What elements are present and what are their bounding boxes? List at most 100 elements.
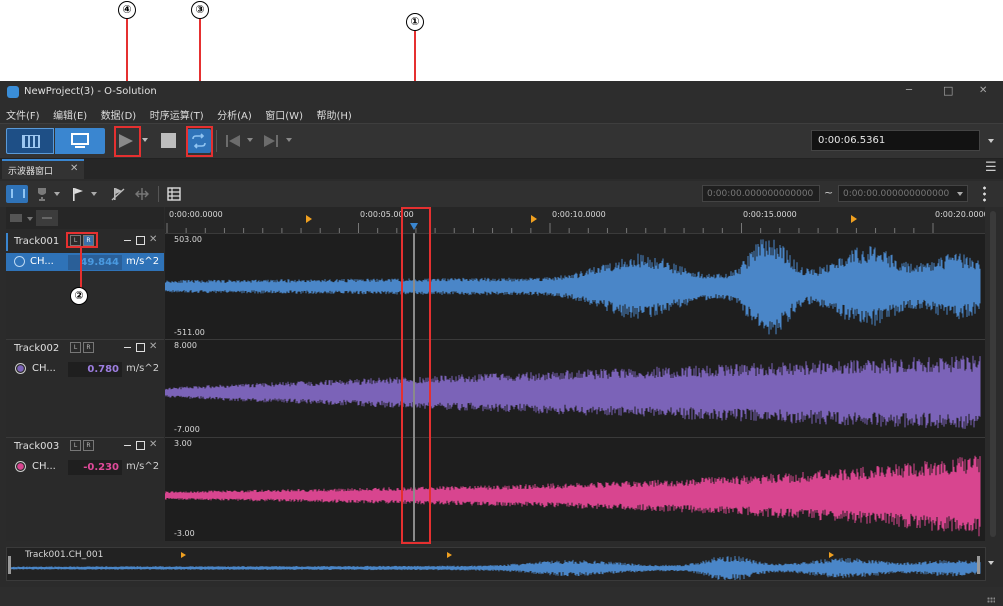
track-maximize-icon[interactable] <box>136 343 145 352</box>
panel-tool-dropdown-icon[interactable] <box>27 217 33 221</box>
channel-radio-icon[interactable] <box>15 461 26 472</box>
play-dropdown-icon[interactable] <box>142 138 148 142</box>
monitor-view-button[interactable] <box>55 128 105 154</box>
fit-icon <box>135 188 149 200</box>
layout-view-button[interactable] <box>6 128 54 154</box>
channel-radio-icon[interactable] <box>15 363 26 374</box>
callout-box-3 <box>186 126 213 157</box>
channel-unit: m/s^2 <box>126 363 160 374</box>
track-name: Track001 <box>14 236 60 247</box>
overview-right-handle[interactable] <box>977 556 980 574</box>
vertical-scrollbar[interactable] <box>985 207 1003 541</box>
time-dropdown-icon[interactable] <box>988 139 994 143</box>
waveform-track-3 <box>165 455 981 537</box>
waveform-path <box>165 239 981 335</box>
channel-unit: m/s^2 <box>126 461 160 472</box>
next-dropdown-icon[interactable] <box>286 138 292 142</box>
menu-edit[interactable]: 编辑(E) <box>53 111 87 122</box>
trophy-dropdown-icon[interactable] <box>54 192 60 196</box>
tab-oscilloscope[interactable]: 示波器窗口 ✕ <box>2 159 84 179</box>
more-options-icon[interactable] <box>983 185 986 203</box>
waveform-path <box>165 355 981 429</box>
callout-3: ③ <box>191 1 209 19</box>
marker-flag-icon[interactable] <box>306 215 312 223</box>
y-max-label: 503.00 <box>174 235 202 244</box>
time-display[interactable]: 0:00:06.5361 <box>811 130 980 151</box>
waveform-track-2 <box>165 355 981 429</box>
marker-flag-icon[interactable] <box>851 215 857 223</box>
skip-forward-icon <box>264 135 278 147</box>
track-l-toggle[interactable]: L <box>70 440 81 451</box>
resize-grip-icon[interactable] <box>987 597 995 603</box>
tab-label: 示波器窗口 <box>8 167 54 177</box>
marker-flag-icon[interactable] <box>531 215 537 223</box>
track-close-icon[interactable]: ✕ <box>149 439 157 450</box>
channel-name: CH... <box>30 256 54 267</box>
minimize-button[interactable]: ─ <box>906 85 912 96</box>
trophy-button[interactable] <box>34 186 50 202</box>
prev-marker-button[interactable] <box>224 132 242 150</box>
y-min-label: -7.000 <box>174 425 200 434</box>
collapse-button[interactable] <box>36 210 58 226</box>
track-close-icon[interactable]: ✕ <box>149 341 157 352</box>
menu-data[interactable]: 数据(D) <box>101 111 137 122</box>
app-window: NewProject(3) - O-Solution ─ □ ✕ 文件(F) 编… <box>0 81 1003 606</box>
track-minimize-icon[interactable] <box>124 240 131 241</box>
menu-file[interactable]: 文件(F) <box>6 111 40 122</box>
track-minimize-icon[interactable] <box>124 347 131 348</box>
prev-dropdown-icon[interactable] <box>247 138 253 142</box>
maximize-button[interactable]: □ <box>943 84 953 97</box>
y-min-label: -3.00 <box>174 529 195 538</box>
close-button[interactable]: ✕ <box>979 85 987 96</box>
fit-button[interactable] <box>134 186 150 202</box>
overview-path <box>11 556 981 580</box>
track-name: Track003 <box>14 441 60 452</box>
tab-menu-icon[interactable]: ☰ <box>985 160 997 175</box>
clear-marker-button[interactable] <box>110 186 126 202</box>
range-start-field[interactable]: 0:00:00.000000000000 <box>702 185 820 202</box>
menu-window[interactable]: 窗口(W) <box>265 111 303 122</box>
track-l-toggle[interactable]: L <box>70 342 81 353</box>
callout-box-1 <box>401 207 431 544</box>
overview-left-handle[interactable] <box>8 556 11 574</box>
channel-row[interactable]: CH... 0.780 m/s^2 <box>6 360 164 378</box>
menu-timing[interactable]: 时序运算(T) <box>150 111 204 122</box>
track-r-toggle[interactable]: R <box>83 440 94 451</box>
overview-marker-icon <box>829 552 834 558</box>
stop-button[interactable] <box>161 133 176 148</box>
tick-label: 0:00:10.0000 <box>552 210 606 219</box>
flag-icon <box>73 188 83 201</box>
track-close-icon[interactable]: ✕ <box>149 234 157 245</box>
time-ruler[interactable]: 0:00:00.0000 0:00:05.0000 0:00:10.0000 0… <box>165 207 989 234</box>
track-003: Track003 L R ✕ CH... -0.230 m/s^2 <box>6 438 164 541</box>
track-minimize-icon[interactable] <box>124 445 131 446</box>
overview-dropdown-icon[interactable] <box>988 561 994 565</box>
channel-row[interactable]: CH... 49.844 m/s^2 <box>6 253 164 271</box>
range-end-field[interactable]: 0:00:00.000000000000 <box>838 185 968 202</box>
overview-strip[interactable]: Track001.CH_001 <box>6 547 986 581</box>
channel-row[interactable]: CH... -0.230 m/s^2 <box>6 458 164 476</box>
flag-button[interactable] <box>70 186 86 202</box>
track-r-toggle[interactable]: R <box>83 342 94 353</box>
menu-analysis[interactable]: 分析(A) <box>217 111 252 122</box>
y-max-label: 3.00 <box>174 439 192 448</box>
tab-close-icon[interactable]: ✕ <box>70 163 78 174</box>
range-dropdown-icon[interactable] <box>957 192 963 196</box>
toolbar-divider <box>216 130 217 152</box>
track-maximize-icon[interactable] <box>136 236 145 245</box>
monitor-icon <box>71 133 89 145</box>
menu-help[interactable]: 帮助(H) <box>316 111 351 122</box>
waveform-plot-area[interactable]: 0:00:00.0000 0:00:05.0000 0:00:10.0000 0… <box>165 207 989 544</box>
panel-tool-icon[interactable] <box>10 214 22 222</box>
next-marker-button[interactable] <box>262 132 280 150</box>
cursor-mode-button[interactable] <box>6 185 28 203</box>
overview-marker-icon <box>447 552 452 558</box>
y-min-label: -511.00 <box>174 328 205 337</box>
track-maximize-icon[interactable] <box>136 441 145 450</box>
table-button[interactable] <box>166 186 182 202</box>
flag-dropdown-icon[interactable] <box>91 192 97 196</box>
table-icon <box>167 187 181 201</box>
panel-header <box>6 207 164 229</box>
channel-radio-icon[interactable] <box>14 256 25 267</box>
app-logo-icon <box>7 86 19 98</box>
